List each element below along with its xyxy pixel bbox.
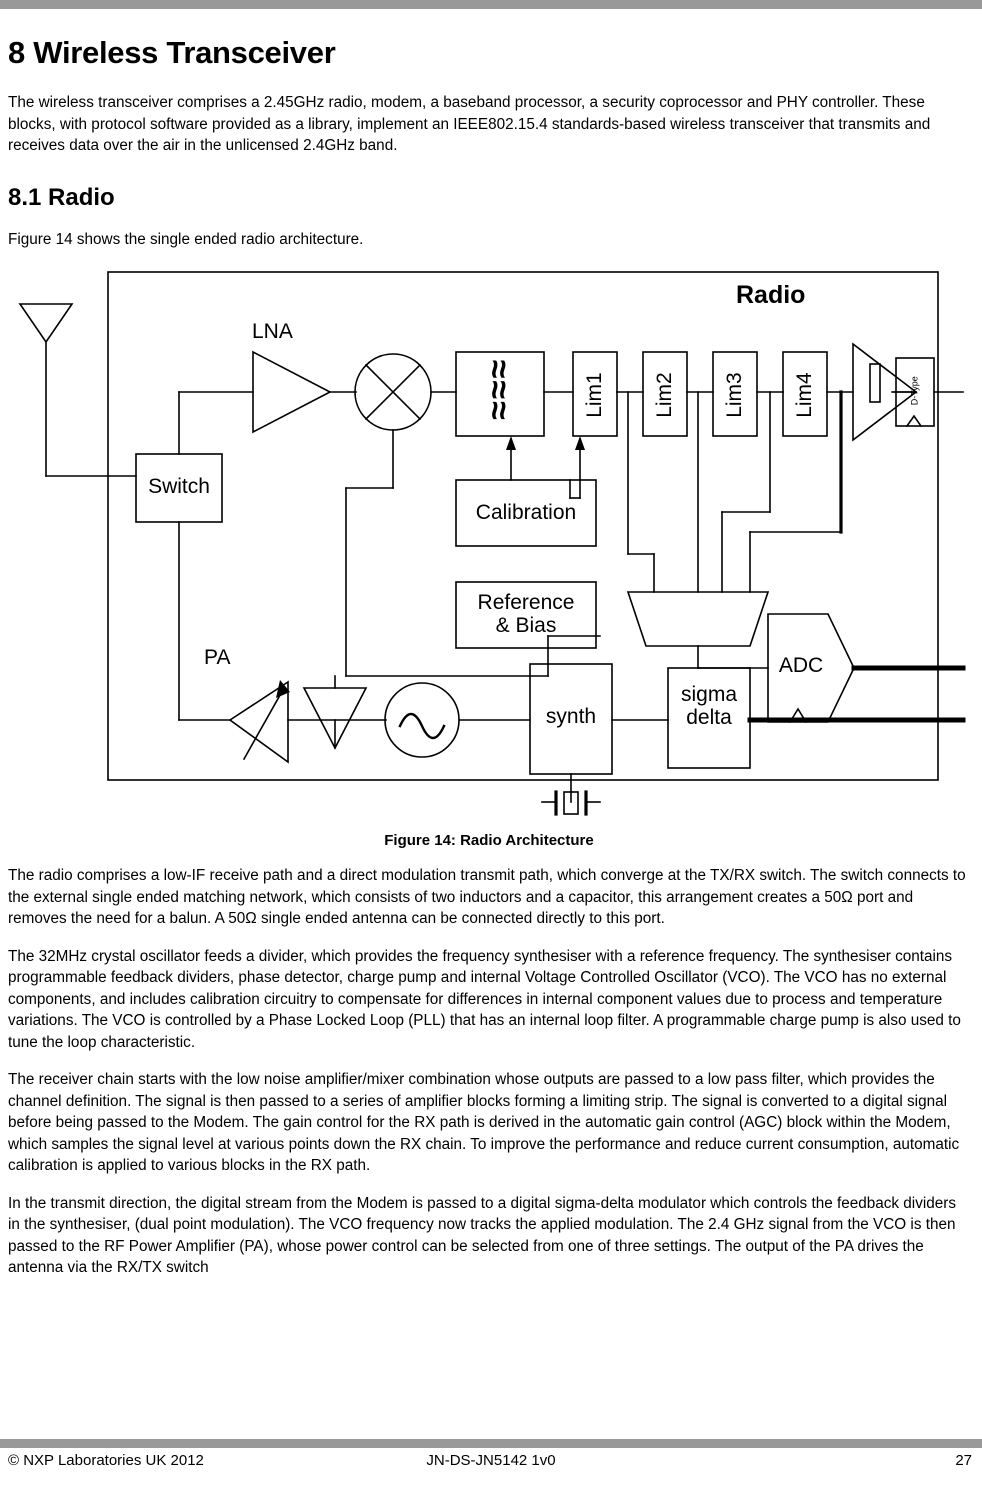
d-type-clock-notch [905, 415, 923, 428]
label-d-type: D-Type [909, 376, 920, 406]
footer-page-number: 27 [955, 1452, 972, 1469]
label-synth: synth [545, 705, 597, 729]
antenna-icon [18, 303, 74, 344]
footer-document-id: JN-DS-JN5142 1v0 [426, 1452, 556, 1469]
figure-radio-architecture: Radio LNA PA Switch ≈≈≈ Lim1 Lim2 Lim3 L… [8, 264, 970, 824]
radio-boundary-box [107, 271, 939, 782]
figure-title-radio: Radio [736, 281, 806, 310]
page-content: 8 Wireless Transceiver The wireless tran… [8, 35, 970, 1295]
label-calibration: Calibration [475, 501, 577, 525]
vco-symbol [384, 682, 460, 759]
label-reference-bias: Reference & Bias [477, 591, 575, 637]
section-title: 8.1 Radio [8, 183, 115, 211]
paragraph-transmit-path: In the transmit direction, the digital s… [8, 1194, 957, 1277]
label-lna: LNA [252, 320, 293, 344]
section-intro-paragraph: Figure 14 shows the single ended radio a… [8, 230, 364, 248]
label-lim2: Lim2 [652, 372, 676, 419]
radio-architecture-schematic [18, 271, 966, 817]
label-lim1: Lim1 [582, 372, 606, 419]
paragraph-radio-overview: The radio comprises a low-IF receive pat… [8, 867, 966, 928]
lna-amplifier [252, 351, 332, 434]
label-switch: Switch [148, 475, 210, 499]
calibration-to-filter-arrowhead [506, 436, 516, 451]
chapter-title: 8 Wireless Transceiver [8, 35, 336, 70]
document-page: 8 Wireless Transceiver The wireless tran… [0, 0, 982, 1489]
header-rule [0, 0, 982, 9]
page-footer: © NXP Laboratories UK 2012 JN-DS-JN5142 … [8, 1452, 974, 1478]
label-adc: ADC [778, 654, 824, 678]
hysteresis-symbol [869, 363, 881, 404]
vco-sine-wave [398, 713, 446, 740]
label-pa: PA [204, 646, 231, 670]
paragraph-synthesiser: The 32MHz crystal oscillator feeds a div… [8, 947, 961, 1051]
figure-caption: Figure 14: Radio Architecture [384, 832, 594, 850]
footer-rule [0, 1439, 982, 1448]
calibration-to-lim1-arrowhead [575, 436, 585, 451]
agc-multiplexer [626, 591, 770, 648]
label-filter-symbol: ≈≈≈ [480, 358, 519, 421]
label-lim4: Lim4 [792, 372, 816, 419]
intro-paragraph: The wireless transceiver comprises a 2.4… [8, 94, 931, 155]
label-sigma-delta: sigma delta [680, 683, 738, 729]
label-lim3: Lim3 [722, 372, 746, 419]
paragraph-receiver-chain: The receiver chain starts with the low n… [8, 1071, 960, 1175]
